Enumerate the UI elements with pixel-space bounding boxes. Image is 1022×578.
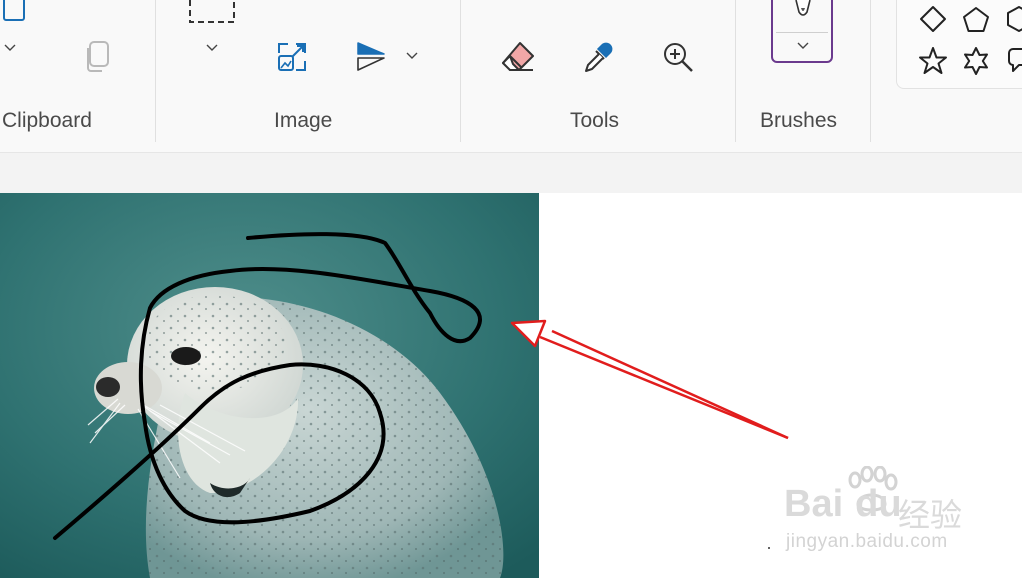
diamond-icon[interactable] bbox=[917, 4, 949, 36]
watermark-brand-bai: Bai bbox=[784, 483, 844, 525]
shapes-panel bbox=[896, 0, 1022, 89]
chevron-down-icon[interactable] bbox=[404, 50, 420, 62]
chevron-down-icon[interactable] bbox=[795, 40, 811, 52]
workspace-background bbox=[0, 153, 1022, 193]
callout-icon[interactable] bbox=[1003, 45, 1022, 77]
ribbon-toolbar: Clipboard Image Tools Brushes bbox=[0, 0, 1022, 153]
watermark-brand: Bai du bbox=[784, 483, 902, 526]
brushes-group-label: Brushes bbox=[760, 109, 838, 132]
brush-icon bbox=[795, 0, 811, 16]
image-group-label: Image bbox=[274, 109, 333, 132]
watermark-brand-du: du bbox=[855, 483, 902, 525]
freehand-loop-stroke bbox=[53, 232, 482, 540]
flip-rotate-icon[interactable] bbox=[355, 40, 387, 74]
select-rectangle-icon[interactable] bbox=[188, 0, 236, 26]
star5-icon[interactable] bbox=[917, 45, 949, 77]
chevron-down-icon[interactable] bbox=[204, 42, 220, 54]
group-divider bbox=[870, 0, 871, 142]
chevron-down-icon[interactable] bbox=[3, 42, 17, 54]
tools-group-label: Tools bbox=[570, 109, 620, 132]
red-arrow-annotation bbox=[510, 319, 789, 440]
brush-divider bbox=[776, 32, 828, 33]
hexagon-icon[interactable] bbox=[1003, 4, 1022, 36]
group-divider bbox=[155, 0, 156, 142]
watermark-cn: 经验 bbox=[898, 496, 963, 534]
eraser-icon[interactable] bbox=[500, 39, 536, 75]
group-divider bbox=[735, 0, 736, 142]
group-divider bbox=[460, 0, 461, 142]
resize-image-icon[interactable] bbox=[276, 41, 308, 73]
star6-icon[interactable] bbox=[960, 45, 992, 77]
copy-icon[interactable] bbox=[84, 40, 112, 74]
brush-selector[interactable] bbox=[771, 0, 833, 63]
paste-icon[interactable] bbox=[0, 0, 30, 24]
watermark-url: jingyan.baidu.com bbox=[786, 531, 948, 552]
clipboard-group-label: Clipboard bbox=[2, 109, 92, 132]
pentagon-icon[interactable] bbox=[960, 4, 992, 36]
color-picker-icon[interactable] bbox=[580, 39, 616, 75]
magnifier-icon[interactable] bbox=[660, 40, 696, 76]
